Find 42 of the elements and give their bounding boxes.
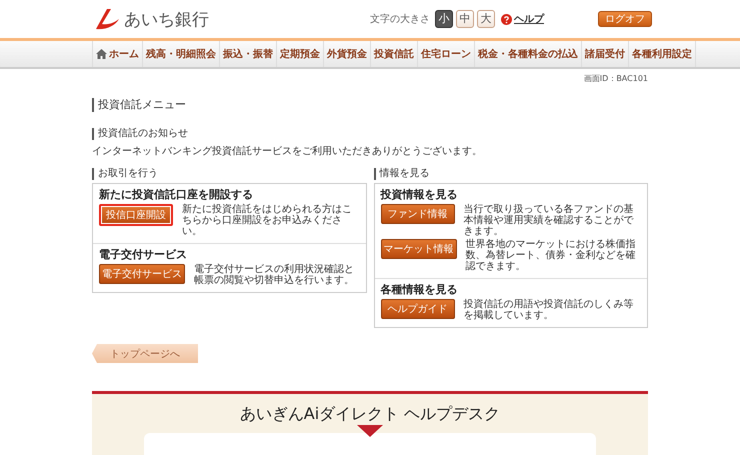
helpdesk-title: あいぎんAiダイレクト ヘルプデスク bbox=[240, 404, 500, 425]
description-text: 投資信託の用語や投資信託のしくみ等を掲載しています。 bbox=[464, 299, 634, 321]
font-size-button[interactable]: 小 bbox=[435, 10, 453, 28]
nav-item[interactable]: 振込・振替 bbox=[220, 41, 277, 67]
nav-item[interactable]: 外貨預金 bbox=[324, 41, 371, 67]
section-title: 各種情報を見る bbox=[380, 282, 458, 297]
action-button[interactable]: ヘルプガイド bbox=[380, 299, 454, 319]
nav-item[interactable]: 各種利用設定 bbox=[629, 41, 696, 67]
section-heading: お取引を行う bbox=[92, 168, 366, 180]
top-page-button[interactable]: トップページへ bbox=[92, 344, 198, 363]
section-title: 新たに投資信託口座を開設する bbox=[99, 187, 254, 202]
bank-logo-icon bbox=[94, 8, 120, 30]
nav-item[interactable]: 投資信託 bbox=[371, 41, 418, 67]
bank-name: あいち銀行 bbox=[124, 8, 209, 30]
section-heading: 情報を見る bbox=[374, 168, 648, 180]
description-text: 新たに投資信託をはじめられる方はこちらから口座開設をお申込みください。 bbox=[182, 204, 353, 237]
section-title: 投資情報を見る bbox=[380, 187, 458, 202]
notice-text: インターネットバンキング投資信託サービスをご利用いただきありがとうございます。 bbox=[92, 144, 483, 158]
nav-item[interactable]: 残高・明細照会 bbox=[143, 41, 220, 67]
help-link[interactable]: ヘルプ bbox=[501, 12, 544, 26]
action-button[interactable]: ファンド情報 bbox=[380, 204, 454, 224]
description-text: 世界各地のマーケットにおける株価指数、為替レート、債券・金利などを確認できます。 bbox=[466, 239, 636, 272]
page-title: 投資信託メニュー bbox=[92, 98, 648, 112]
description-text: 電子交付サービスの利用状況確認と帳票の閲覧や切替申込を行います。 bbox=[194, 264, 355, 286]
screen-id: 画面ID：BAC101 bbox=[582, 73, 648, 84]
font-size-button[interactable]: 大 bbox=[477, 10, 495, 28]
nav-item[interactable]: 税金・各種料金の払込 bbox=[475, 41, 582, 67]
help-icon bbox=[501, 14, 512, 24]
font-size-button[interactable]: 中 bbox=[456, 10, 474, 28]
action-button[interactable]: 電子交付サービス bbox=[99, 264, 185, 284]
nav-item[interactable]: 諸届受付 bbox=[582, 41, 629, 67]
description-text: 当行で取り扱っている各ファンドの基本情報や運用実績を確認することができます。 bbox=[464, 204, 634, 237]
section-heading: 投資信託のお知らせ bbox=[92, 128, 648, 140]
font-size-label: 文字の大きさ bbox=[370, 12, 430, 26]
action-button[interactable]: 投信口座開設 bbox=[99, 204, 173, 226]
nav-item[interactable]: 住宅ローン bbox=[418, 41, 475, 67]
home-icon bbox=[96, 49, 107, 59]
nav-item[interactable]: ホーム bbox=[93, 41, 143, 67]
nav-item[interactable]: 定期預金 bbox=[277, 41, 324, 67]
section-title: 電子交付サービス bbox=[99, 247, 188, 262]
action-button[interactable]: マーケット情報 bbox=[380, 239, 456, 259]
triangle-icon bbox=[357, 425, 383, 437]
